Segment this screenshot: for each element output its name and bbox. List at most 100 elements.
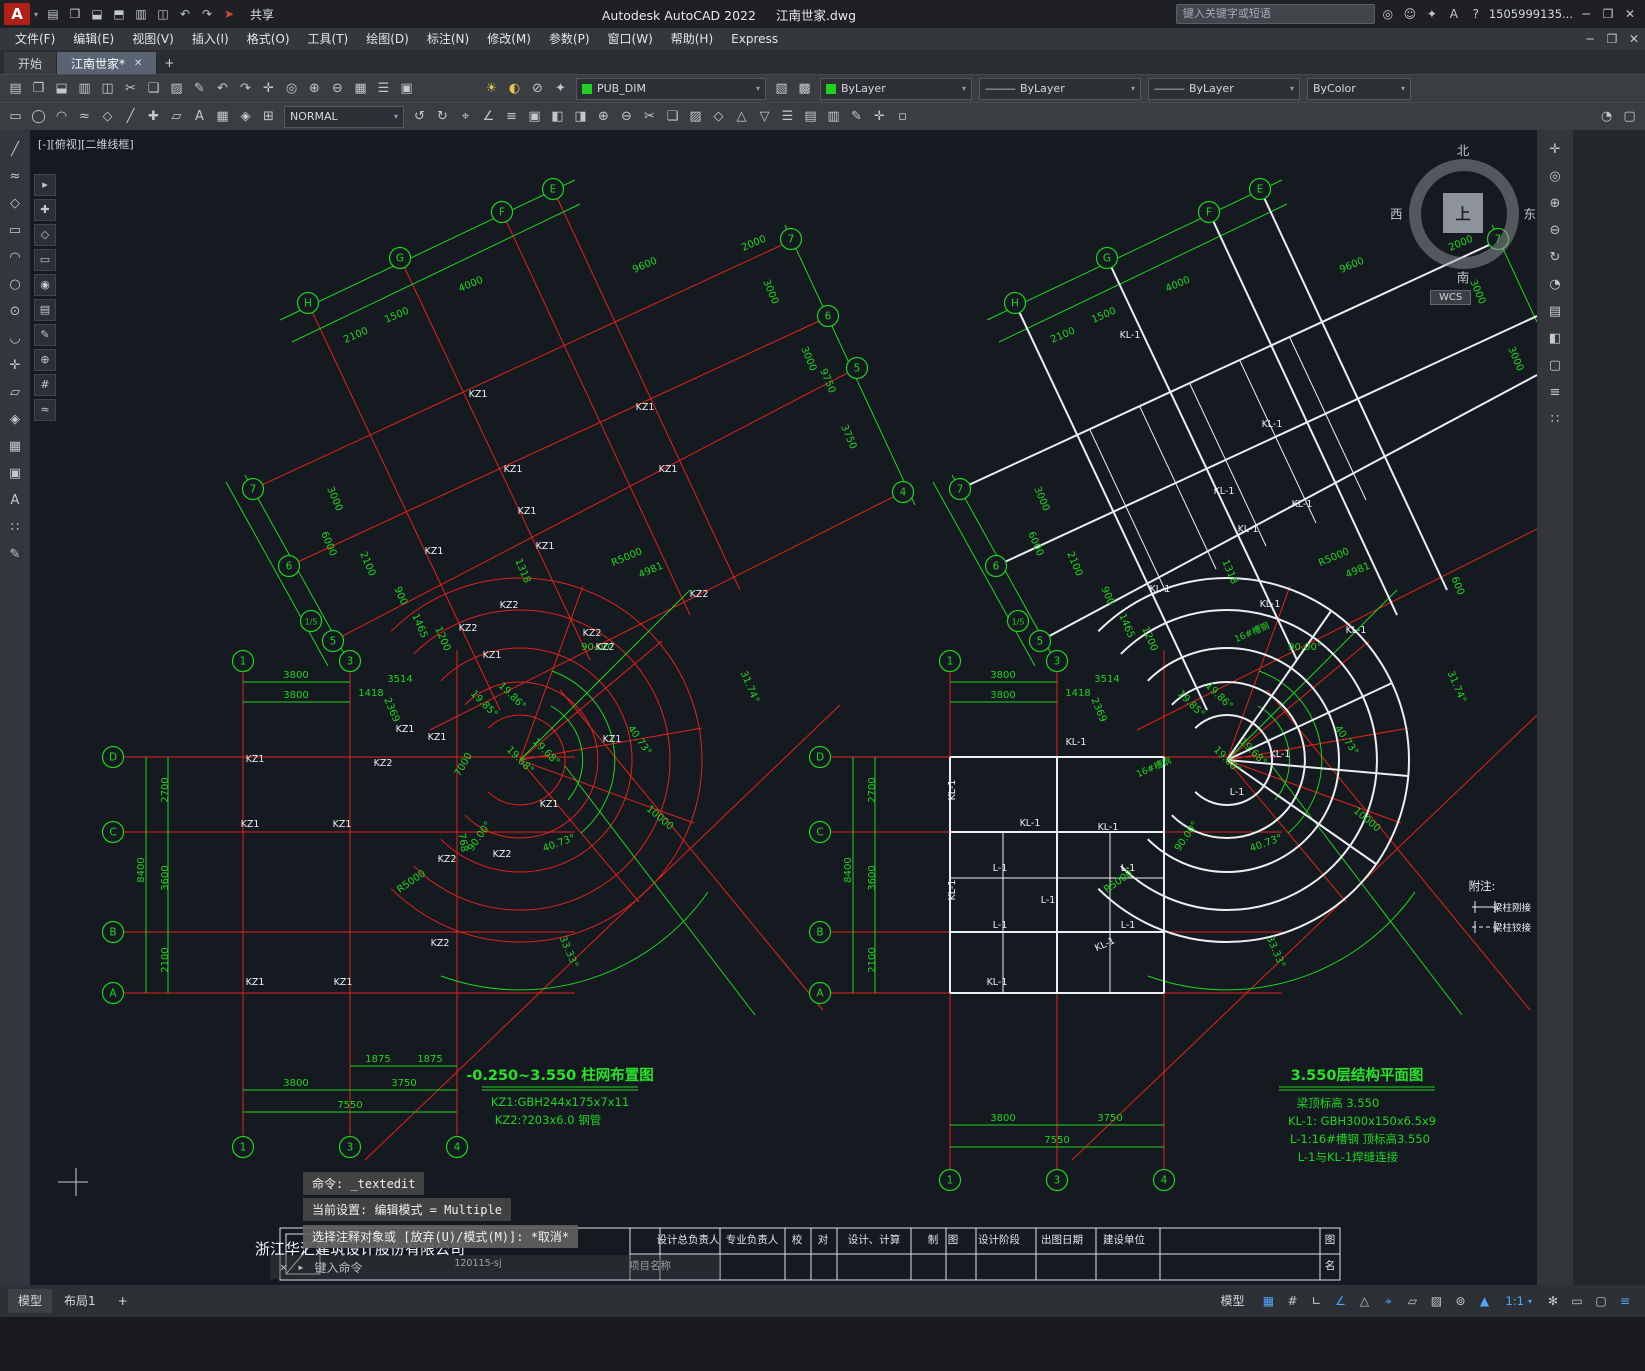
transparency-icon[interactable]: ▨ xyxy=(1424,1290,1448,1312)
zoom-in-icon[interactable]: ⊕ xyxy=(303,78,326,100)
add-layout-button[interactable]: + xyxy=(108,1289,138,1313)
save-icon[interactable]: ⬓ xyxy=(86,4,108,24)
menu-item[interactable]: 工具(T) xyxy=(299,28,358,50)
doc-close-button[interactable]: ✕ xyxy=(1623,29,1645,49)
edit-text-icon[interactable]: ✎ xyxy=(845,106,868,128)
menu-item[interactable]: 格式(O) xyxy=(238,28,299,50)
view-compass[interactable]: 北 南 西 东 上 xyxy=(1388,138,1537,288)
pan-icon[interactable]: ✛ xyxy=(1543,138,1567,162)
layer-on-icon[interactable]: ☀ xyxy=(480,78,503,100)
designcenter-icon[interactable]: ▣ xyxy=(395,78,418,100)
steering-wheel-icon[interactable]: ◔ xyxy=(1543,273,1567,297)
close-button[interactable]: ✕ xyxy=(1619,4,1641,24)
arc-icon[interactable]: ◠ xyxy=(50,106,73,128)
color-combo[interactable]: ByLayer ▾ xyxy=(820,77,972,100)
menu-item[interactable]: Express xyxy=(722,28,787,50)
show-motion-icon[interactable]: ▤ xyxy=(1543,300,1567,324)
new-icon[interactable]: ▤ xyxy=(4,78,27,100)
tab-start[interactable]: 开始 xyxy=(4,52,58,74)
rotate-cw-icon[interactable]: ↻ xyxy=(431,106,454,128)
user-avatar-icon[interactable]: ☺ xyxy=(1399,4,1421,24)
compass-up-face[interactable]: 上 xyxy=(1443,193,1483,233)
chamfer-icon[interactable]: △ xyxy=(730,106,753,128)
wcs-badge[interactable]: WCS xyxy=(1430,290,1472,305)
annotation-visibility-icon[interactable]: ▲ xyxy=(1472,1290,1496,1312)
autocad-logo-icon[interactable]: A xyxy=(4,3,30,25)
plot-icon[interactable]: ▥ xyxy=(130,4,152,24)
rectangle-icon[interactable]: ▭ xyxy=(3,219,27,243)
open-icon[interactable]: ❒ xyxy=(64,4,86,24)
share-icon[interactable]: ➤ xyxy=(218,4,240,24)
menu-item[interactable]: 修改(M) xyxy=(478,28,540,50)
lineweight-combo[interactable]: ——— ByLayer ▾ xyxy=(1148,77,1300,100)
command-close-icon[interactable]: ✕ xyxy=(280,1260,287,1274)
hatch-icon[interactable]: ◧ xyxy=(546,106,569,128)
drawing-canvas[interactable]: EFGH7654761/551 3DCBA1 3 4EFGH7761/551 3DCBA… xyxy=(30,130,1537,1285)
stretch-icon[interactable]: ▥ xyxy=(822,106,845,128)
wave-tool-icon[interactable]: ≈ xyxy=(34,399,56,421)
offset-icon[interactable]: ▤ xyxy=(799,106,822,128)
model-space-viewport[interactable]: E F G H 7 6 5 4 7 6 1/5 5 1 3 D C B A 1 3 4 E F G H 7 7 6 1/5 5 1 3 D C B A… xyxy=(30,130,1537,1285)
menu-item[interactable]: 标注(N) xyxy=(418,28,478,50)
open-icon[interactable]: ❒ xyxy=(27,78,50,100)
redo-icon[interactable]: ↷ xyxy=(196,4,218,24)
spline-icon[interactable]: ◡ xyxy=(3,327,27,351)
maximize-button[interactable]: ❐ xyxy=(1597,4,1619,24)
polygon-icon[interactable]: ◇ xyxy=(3,192,27,216)
polygon-icon[interactable]: ◇ xyxy=(96,106,119,128)
lineweight-icon[interactable]: ▱ xyxy=(1400,1290,1424,1312)
grid-icon[interactable]: ∷ xyxy=(1543,408,1567,432)
search-icon[interactable]: ◎ xyxy=(1377,4,1399,24)
erase-icon[interactable]: ▫ xyxy=(891,106,914,128)
text-style-combo[interactable]: NORMAL ▾ xyxy=(284,105,404,128)
gradient-icon[interactable]: ◨ xyxy=(569,106,592,128)
hatch-icon[interactable]: ▣ xyxy=(3,462,27,486)
menu-icon[interactable]: ≡ xyxy=(1543,381,1567,405)
orbit-icon[interactable]: ↻ xyxy=(1543,246,1567,270)
add-icon[interactable]: ✚ xyxy=(34,199,56,221)
menu-item[interactable]: 帮助(H) xyxy=(662,28,722,50)
doc-minimize-button[interactable]: ─ xyxy=(1579,29,1601,49)
new-tab-button[interactable]: + xyxy=(157,52,181,74)
line-icon[interactable]: ╱ xyxy=(3,138,27,162)
trim-icon[interactable]: ✂ xyxy=(638,106,661,128)
copy-icon[interactable]: ❏ xyxy=(142,78,165,100)
grid-icon[interactable]: ▦ xyxy=(1256,1290,1280,1312)
isodraft-icon[interactable]: △ xyxy=(1352,1290,1376,1312)
region-icon[interactable]: ▱ xyxy=(3,381,27,405)
diamond-tool-icon[interactable]: ◇ xyxy=(34,224,56,246)
target-tool-icon[interactable]: ◉ xyxy=(34,274,56,296)
dim-angular-icon[interactable]: ∠ xyxy=(477,106,500,128)
menu-item[interactable]: 参数(P) xyxy=(540,28,599,50)
minimize-button[interactable]: ─ xyxy=(1575,4,1597,24)
polyline-icon[interactable]: ≈ xyxy=(73,106,96,128)
pan-icon[interactable]: ✛ xyxy=(257,78,280,100)
undo-icon[interactable]: ↶ xyxy=(174,4,196,24)
array-icon[interactable]: ∷ xyxy=(3,516,27,540)
app-menu-caret-icon[interactable]: ▾ xyxy=(32,10,40,19)
mtext-icon[interactable]: A xyxy=(3,489,27,513)
point-icon[interactable]: ✛ xyxy=(3,354,27,378)
redo-icon[interactable]: ↷ xyxy=(234,78,257,100)
layer-states-icon[interactable]: ▩ xyxy=(793,78,816,100)
layer-lock-icon[interactable]: ⊘ xyxy=(526,78,549,100)
move-icon[interactable]: ⊕ xyxy=(592,106,615,128)
view-icon[interactable]: ◔ xyxy=(1595,106,1618,128)
viewcube-icon[interactable]: ◧ xyxy=(1543,327,1567,351)
fillet-icon[interactable]: ▽ xyxy=(753,106,776,128)
menu-item[interactable]: 插入(I) xyxy=(183,28,238,50)
compass-south-label[interactable]: 南 xyxy=(1457,267,1470,286)
zoom-realtime-icon[interactable]: ◎ xyxy=(280,78,303,100)
viewport-icon[interactable]: ▢ xyxy=(1618,106,1641,128)
layers-tool-icon[interactable]: ▤ xyxy=(34,299,56,321)
save-icon[interactable]: ⬓ xyxy=(50,78,73,100)
make-current-layer-icon[interactable]: ✦ xyxy=(549,78,572,100)
dim-style-icon[interactable]: ▣ xyxy=(523,106,546,128)
copy-object-icon[interactable]: ⊖ xyxy=(615,106,638,128)
new-drawing-icon[interactable]: ▤ xyxy=(42,4,64,24)
properties-icon[interactable]: ☰ xyxy=(372,78,395,100)
menu-item[interactable]: 窗口(W) xyxy=(599,28,662,50)
rectangle-icon[interactable]: ▭ xyxy=(4,106,27,128)
arc-icon[interactable]: ◠ xyxy=(3,246,27,270)
play-icon[interactable]: ▸ xyxy=(34,174,56,196)
